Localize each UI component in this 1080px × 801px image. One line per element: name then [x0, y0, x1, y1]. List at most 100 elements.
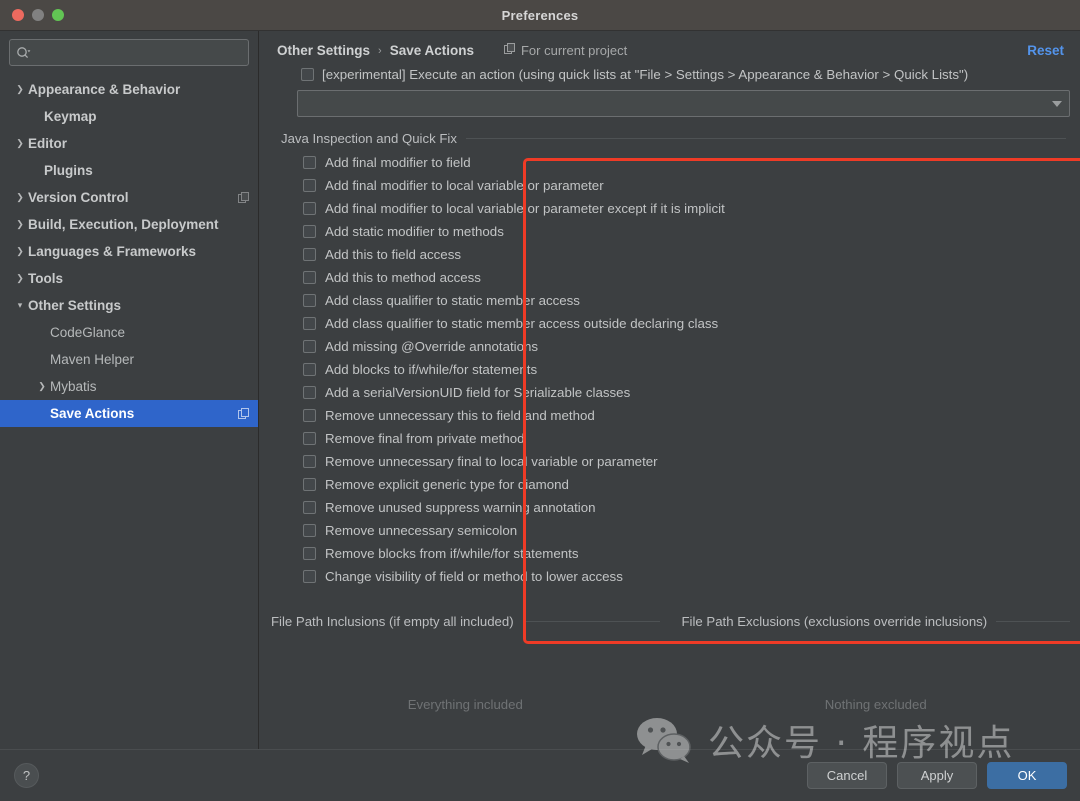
- file-path-exclusions-panel: File Path Exclusions (exclusions overrid…: [670, 614, 1080, 749]
- sidebar-item-tools[interactable]: ❯Tools: [0, 265, 258, 292]
- sidebar-item-keymap[interactable]: Keymap: [0, 103, 258, 130]
- option-label: Remove explicit generic type for diamond: [325, 477, 569, 492]
- chevron-down-icon[interactable]: ▾: [12, 301, 28, 310]
- file-path-panels: File Path Inclusions (if empty all inclu…: [259, 614, 1080, 749]
- option-checkbox[interactable]: [303, 547, 316, 560]
- java-inspection-option-row[interactable]: Remove unnecessary this to field and met…: [303, 408, 1080, 431]
- java-inspection-option-row[interactable]: Add final modifier to field: [303, 155, 1080, 178]
- java-inspection-option-row[interactable]: Add a serialVersionUID field for Seriali…: [303, 385, 1080, 408]
- cancel-button[interactable]: Cancel: [807, 762, 887, 789]
- option-checkbox[interactable]: [303, 317, 316, 330]
- sidebar-item-other-settings[interactable]: ▾Other Settings: [0, 292, 258, 319]
- chevron-right-icon[interactable]: ❯: [34, 382, 50, 391]
- java-inspection-group-header: Java Inspection and Quick Fix: [269, 131, 1080, 146]
- option-checkbox[interactable]: [303, 455, 316, 468]
- option-checkbox[interactable]: [303, 156, 316, 169]
- java-inspection-option-row[interactable]: Remove unnecessary semicolon: [303, 523, 1080, 546]
- window-title: Preferences: [0, 8, 1080, 23]
- sidebar-item-version-control[interactable]: ❯Version Control: [0, 184, 258, 211]
- ok-button[interactable]: OK: [987, 762, 1067, 789]
- option-checkbox[interactable]: [303, 225, 316, 238]
- option-label: Remove unnecessary final to local variab…: [325, 454, 658, 469]
- minimize-button[interactable]: [32, 9, 44, 21]
- preferences-window: Preferences ❯Appearance & BehaviorKeymap: [0, 0, 1080, 801]
- exclusions-title: File Path Exclusions (exclusions overrid…: [682, 614, 988, 629]
- option-checkbox[interactable]: [303, 386, 316, 399]
- java-inspection-option-row[interactable]: Remove unnecessary final to local variab…: [303, 454, 1080, 477]
- java-inspection-option-row[interactable]: Add this to method access: [303, 270, 1080, 293]
- apply-button[interactable]: Apply: [897, 762, 977, 789]
- option-checkbox[interactable]: [303, 363, 316, 376]
- chevron-right-icon[interactable]: ❯: [12, 247, 28, 256]
- file-path-inclusions-panel: File Path Inclusions (if empty all inclu…: [259, 614, 670, 749]
- option-label: Add a serialVersionUID field for Seriali…: [325, 385, 630, 400]
- java-inspection-option-list: Add final modifier to field Add final mod…: [269, 146, 1080, 602]
- settings-main-panel: Other Settings › Save Actions For curren…: [259, 31, 1080, 749]
- zoom-button[interactable]: [52, 9, 64, 21]
- option-label: Add final modifier to field: [325, 155, 471, 170]
- option-label: Add final modifier to local variable or …: [325, 201, 725, 216]
- java-inspection-option-row[interactable]: Add blocks to if/while/for statements: [303, 362, 1080, 385]
- sidebar-item-maven-helper[interactable]: Maven Helper: [0, 346, 258, 373]
- chevron-right-icon[interactable]: ❯: [12, 85, 28, 94]
- chevron-right-icon[interactable]: ❯: [12, 220, 28, 229]
- java-inspection-option-row[interactable]: Add missing @Override annotations: [303, 339, 1080, 362]
- sidebar-item-plugins[interactable]: Plugins: [0, 157, 258, 184]
- sidebar-item-label: Plugins: [44, 163, 93, 178]
- java-inspection-option-row[interactable]: Remove unused suppress warning annotatio…: [303, 500, 1080, 523]
- option-checkbox[interactable]: [303, 248, 316, 261]
- java-inspection-option-row[interactable]: Add this to field access: [303, 247, 1080, 270]
- sidebar-item-appearance-behavior[interactable]: ❯Appearance & Behavior: [0, 76, 258, 103]
- reset-link[interactable]: Reset: [1027, 43, 1068, 58]
- option-checkbox[interactable]: [303, 570, 316, 583]
- sidebar-item-label: Editor: [28, 136, 67, 151]
- search-input[interactable]: [34, 45, 242, 61]
- option-label: Add missing @Override annotations: [325, 339, 538, 354]
- option-checkbox[interactable]: [303, 294, 316, 307]
- java-inspection-option-row[interactable]: Add final modifier to local variable or …: [303, 201, 1080, 224]
- option-checkbox[interactable]: [303, 478, 316, 491]
- inclusions-list[interactable]: Everything included: [271, 629, 660, 749]
- chevron-right-icon[interactable]: ❯: [12, 274, 28, 283]
- sidebar-item-build-execution-deployment[interactable]: ❯Build, Execution, Deployment: [0, 211, 258, 238]
- sidebar-item-editor[interactable]: ❯Editor: [0, 130, 258, 157]
- breadcrumb-parent[interactable]: Other Settings: [277, 43, 370, 58]
- sidebar-item-mybatis[interactable]: ❯Mybatis: [0, 373, 258, 400]
- sidebar-item-languages-frameworks[interactable]: ❯Languages & Frameworks: [0, 238, 258, 265]
- option-checkbox[interactable]: [303, 409, 316, 422]
- search-box[interactable]: [9, 39, 249, 66]
- option-checkbox[interactable]: [303, 524, 316, 537]
- for-current-project-label: For current project: [521, 43, 627, 58]
- option-checkbox[interactable]: [303, 501, 316, 514]
- exclusions-list[interactable]: Nothing excluded: [682, 629, 1071, 749]
- option-checkbox[interactable]: [303, 179, 316, 192]
- dialog-footer: ? Cancel Apply OK: [0, 749, 1080, 801]
- project-scope-icon: [504, 43, 516, 58]
- sidebar-item-label: Appearance & Behavior: [28, 82, 180, 97]
- sidebar-item-codeglance[interactable]: CodeGlance: [0, 319, 258, 346]
- java-inspection-option-row[interactable]: Add final modifier to local variable or …: [303, 178, 1080, 201]
- option-label: Remove final from private method: [325, 431, 525, 446]
- option-checkbox[interactable]: [303, 202, 316, 215]
- help-button[interactable]: ?: [14, 763, 39, 788]
- inclusions-empty-text: Everything included: [408, 697, 523, 712]
- option-label: Remove unnecessary this to field and met…: [325, 408, 595, 423]
- option-checkbox[interactable]: [303, 340, 316, 353]
- close-button[interactable]: [12, 9, 24, 21]
- java-inspection-option-row[interactable]: Remove explicit generic type for diamond: [303, 477, 1080, 500]
- java-inspection-option-row[interactable]: Add class qualifier to static member acc…: [303, 293, 1080, 316]
- chevron-right-icon[interactable]: ❯: [12, 193, 28, 202]
- breadcrumb-separator-icon: ›: [378, 45, 382, 57]
- chevron-right-icon[interactable]: ❯: [12, 139, 28, 148]
- java-inspection-option-row[interactable]: Add static modifier to methods: [303, 224, 1080, 247]
- option-checkbox[interactable]: [303, 432, 316, 445]
- java-inspection-option-row[interactable]: Remove final from private method: [303, 431, 1080, 454]
- java-inspection-group: Java Inspection and Quick Fix Add final …: [269, 131, 1080, 602]
- java-inspection-option-row[interactable]: Change visibility of field or method to …: [303, 569, 1080, 592]
- experimental-action-checkbox[interactable]: [301, 68, 314, 81]
- option-checkbox[interactable]: [303, 271, 316, 284]
- java-inspection-option-row[interactable]: Remove blocks from if/while/for statemen…: [303, 546, 1080, 569]
- sidebar-item-save-actions[interactable]: Save Actions: [0, 400, 258, 427]
- action-combobox[interactable]: [297, 90, 1070, 117]
- java-inspection-option-row[interactable]: Add class qualifier to static member acc…: [303, 316, 1080, 339]
